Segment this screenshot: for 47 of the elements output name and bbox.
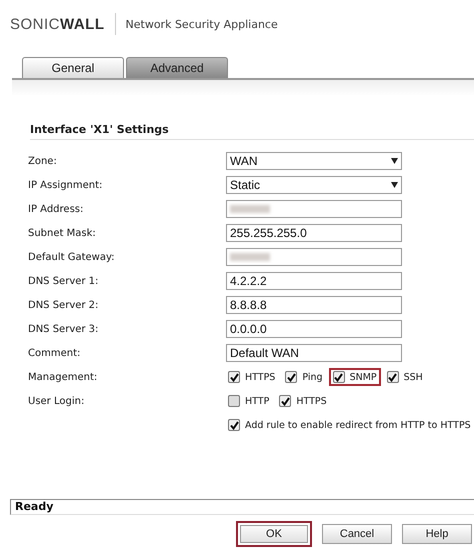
checkbox[interactable] [279,395,292,407]
dropdown[interactable]: WAN [226,152,402,170]
field-label: Zone: [28,156,58,166]
checkbox-label: Add rule to enable redirect from HTTP to HTTPS [245,420,471,430]
checkbox-label: HTTPS [245,372,276,382]
tab[interactable]: General [22,57,124,78]
caret-icon [391,158,398,164]
checkbox[interactable] [228,371,240,383]
checkbox[interactable] [386,371,399,383]
product-name: Network Security Appliance [126,18,278,30]
field-label: Subnet Mask: [28,228,97,238]
field-label: IP Assignment: [28,180,104,190]
dropdown[interactable]: Static [226,176,402,194]
caret-icon [391,182,398,188]
checkbox-label: SSH [404,372,423,382]
field-label: DNS Server 1: [28,276,100,286]
dialog-button[interactable]: Help [402,524,472,544]
logo: SONICWALL [10,16,105,32]
checkbox-label: Ping [302,372,323,382]
dialog-button[interactable]: Cancel [322,524,392,544]
redacted-value-icon [230,205,270,213]
input-field[interactable]: 255.255.255.0 [226,224,402,242]
tab[interactable]: Advanced [126,57,228,78]
field-label: DNS Server 3: [28,324,100,334]
dialog-button[interactable]: OK [236,521,312,547]
input-field[interactable] [226,200,402,218]
checkbox-label: HTTP [245,396,270,406]
checkbox[interactable] [228,419,240,431]
checkbox[interactable] [285,371,298,383]
input-field[interactable]: 8.8.8.8 [226,296,402,314]
input-field[interactable] [226,248,402,266]
checkbox-label: HTTPS [296,396,327,406]
field-label: DNS Server 2: [28,300,100,310]
checkbox[interactable] [228,395,240,407]
field-label: IP Address: [28,204,84,214]
checkbox-label: SNMP [350,372,377,382]
section-title: Interface 'X1' Settings [30,123,474,140]
input-field[interactable]: 0.0.0.0 [226,320,402,338]
field-label: Management: [28,372,98,382]
input-field[interactable]: Default WAN [226,344,402,362]
status-bar: Ready [10,499,474,515]
input-field[interactable]: 4.2.2.2 [226,272,402,290]
checkbox[interactable] [332,371,345,383]
field-label: Default Gateway: [28,252,116,262]
field-label: Comment: [28,348,82,358]
redacted-value-icon [230,253,270,261]
field-label: User Login: [28,396,86,406]
